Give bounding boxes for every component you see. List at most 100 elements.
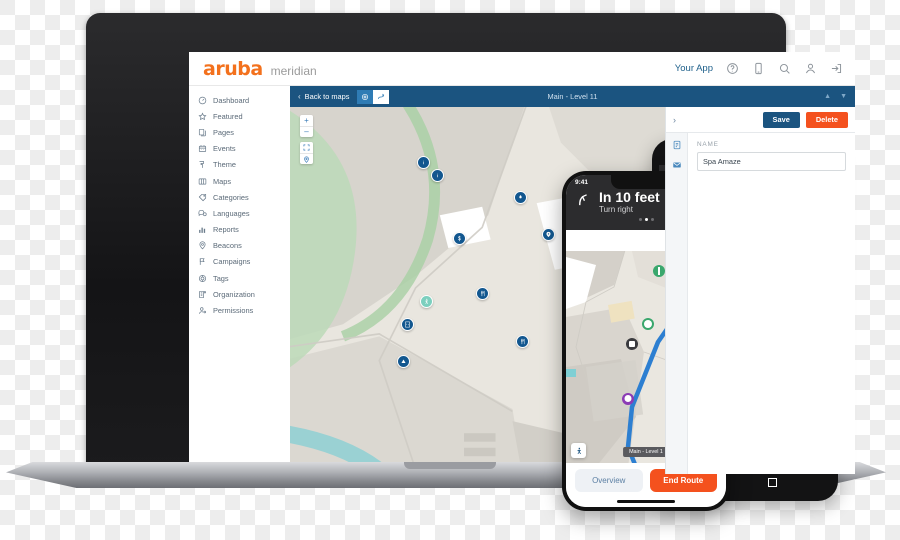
detail-panel-header: › Save Delete xyxy=(666,107,855,133)
laptop-base-notch xyxy=(404,462,496,469)
fit-to-screen-button[interactable] xyxy=(300,142,313,153)
sidebar-item-label: Events xyxy=(213,144,236,154)
routes-toggle[interactable] xyxy=(373,89,390,104)
sidebar-item-theme[interactable]: Theme xyxy=(189,157,290,173)
sidebar-item-permissions[interactable]: Permissions xyxy=(189,302,290,318)
overview-button[interactable]: Overview xyxy=(575,468,643,492)
maps-icon xyxy=(198,177,207,186)
zoom-out-button[interactable]: – xyxy=(300,126,313,137)
map-pin-restaurant-2[interactable] xyxy=(516,335,529,348)
back-to-maps-label: Back to maps xyxy=(304,92,350,101)
sidebar-item-label: Beacons xyxy=(213,241,242,251)
map-pin-atm[interactable] xyxy=(453,232,466,245)
map-pin-restaurant[interactable] xyxy=(476,287,489,300)
user-icon[interactable] xyxy=(804,62,817,75)
help-icon[interactable] xyxy=(726,62,739,75)
chevron-left-icon: ‹ xyxy=(298,92,301,101)
pages-icon xyxy=(198,128,207,137)
sidebar-item-label: Languages xyxy=(213,208,250,218)
chevron-up-icon[interactable]: ▲ xyxy=(824,93,831,100)
laptop-screen: aruba meridian Your App Dashboard Featur… xyxy=(189,52,855,474)
brand-name: aruba xyxy=(203,57,263,80)
sidebar-item-label: Permissions xyxy=(213,306,254,316)
your-app-link[interactable]: Your App xyxy=(675,63,713,74)
locate-me-button[interactable] xyxy=(300,153,313,164)
sidebar-item-tags[interactable]: Tags xyxy=(189,270,290,286)
permissions-icon xyxy=(198,306,207,315)
sidebar-item-pages[interactable]: Pages xyxy=(189,124,290,140)
sidebar-item-label: Campaigns xyxy=(213,257,251,267)
reports-icon xyxy=(198,225,207,234)
level-stepper: ▲ ▼ xyxy=(824,93,847,100)
sidebar-item-featured[interactable]: Featured xyxy=(189,108,290,124)
detail-panel-fields: NAME Spa Amaze xyxy=(688,133,855,474)
iphone-level-chip: Main - Level 1 xyxy=(623,447,669,457)
organization-icon xyxy=(198,290,207,299)
map-pin-beacon[interactable] xyxy=(542,228,555,241)
brand-logo[interactable]: aruba meridian xyxy=(203,58,317,80)
sidebar: Dashboard Featured Pages Events Theme Ma… xyxy=(189,86,290,474)
step-dot xyxy=(650,217,654,221)
back-to-maps-button[interactable]: ‹ Back to maps xyxy=(298,92,349,101)
map-pin-alert[interactable] xyxy=(397,355,410,368)
map-pin-elevator[interactable] xyxy=(401,318,414,331)
brand-product: meridian xyxy=(270,63,317,78)
map-pin-spa[interactable] xyxy=(514,191,527,204)
sidebar-item-beacons[interactable]: Beacons xyxy=(189,238,290,254)
name-field-label: NAME xyxy=(697,141,719,148)
mobile-icon[interactable] xyxy=(752,62,765,75)
theme-icon xyxy=(198,160,207,169)
sidebar-item-label: Featured xyxy=(213,111,243,121)
star-icon xyxy=(198,112,207,121)
header-actions: Your App xyxy=(675,62,843,75)
expand-panel-icon[interactable]: › xyxy=(673,115,676,125)
sidebar-item-organization[interactable]: Organization xyxy=(189,286,290,302)
detail-panel-actions: Save Delete xyxy=(762,111,848,128)
map-zoom-controls: + – xyxy=(300,115,313,169)
android-recents-button[interactable] xyxy=(768,477,777,487)
sidebar-item-events[interactable]: Events xyxy=(189,141,290,157)
iphone-instruction-block: In 10 feet Turn right xyxy=(599,190,660,214)
turn-right-arrow-icon xyxy=(576,192,591,212)
zoom-group: + – xyxy=(300,115,313,137)
delete-button[interactable]: Delete xyxy=(805,111,848,128)
iphone-clock: 9:41 xyxy=(575,179,589,186)
app-body: Dashboard Featured Pages Events Theme Ma… xyxy=(189,86,855,474)
map-tools-group xyxy=(300,142,313,164)
sidebar-item-languages[interactable]: Languages xyxy=(189,205,290,221)
iphone-sub-instruction: Turn right xyxy=(599,204,633,214)
messages-tab-icon[interactable] xyxy=(670,159,683,171)
sidebar-item-label: Dashboard xyxy=(213,95,250,105)
device-mockup-scene: aruba meridian Your App Dashboard Featur… xyxy=(0,0,900,540)
sidebar-item-campaigns[interactable]: Campaigns xyxy=(189,254,290,270)
detail-panel-body: NAME Spa Amaze xyxy=(666,133,855,474)
map-mode-toggles xyxy=(357,89,390,104)
sidebar-item-label: Maps xyxy=(213,176,232,186)
save-button[interactable]: Save xyxy=(762,111,800,128)
name-input[interactable]: Spa Amaze xyxy=(697,152,846,171)
sidebar-item-label: Theme xyxy=(213,160,237,170)
accessibility-icon xyxy=(577,447,581,454)
sidebar-item-maps[interactable]: Maps xyxy=(189,173,290,189)
zoom-in-button[interactable]: + xyxy=(300,115,313,126)
search-icon[interactable] xyxy=(778,62,791,75)
map-toolbar: ‹ Back to maps Main - Level 11 ▲ ▼ xyxy=(290,86,855,107)
sidebar-item-label: Tags xyxy=(213,273,229,283)
sidebar-item-label: Organization xyxy=(213,289,255,299)
step-dot xyxy=(638,217,642,221)
sidebar-item-label: Reports xyxy=(213,225,239,235)
iphone-home-indicator[interactable] xyxy=(617,500,675,503)
dashboard-icon xyxy=(198,96,207,105)
sidebar-item-reports[interactable]: Reports xyxy=(189,222,290,238)
map-pin-accessible[interactable] xyxy=(420,295,433,308)
sidebar-item-categories[interactable]: Categories xyxy=(189,189,290,205)
details-tab-icon[interactable] xyxy=(670,139,683,151)
sidebar-item-label: Pages xyxy=(213,127,234,137)
chevron-down-icon[interactable]: ▼ xyxy=(840,93,847,100)
sidebar-item-dashboard[interactable]: Dashboard xyxy=(189,92,290,108)
map-pin-information[interactable] xyxy=(431,169,444,182)
map-pin-info-2[interactable] xyxy=(417,156,430,169)
accessibility-toggle-button[interactable] xyxy=(571,443,586,458)
placements-toggle[interactable] xyxy=(357,89,374,104)
logout-icon[interactable] xyxy=(830,62,843,75)
